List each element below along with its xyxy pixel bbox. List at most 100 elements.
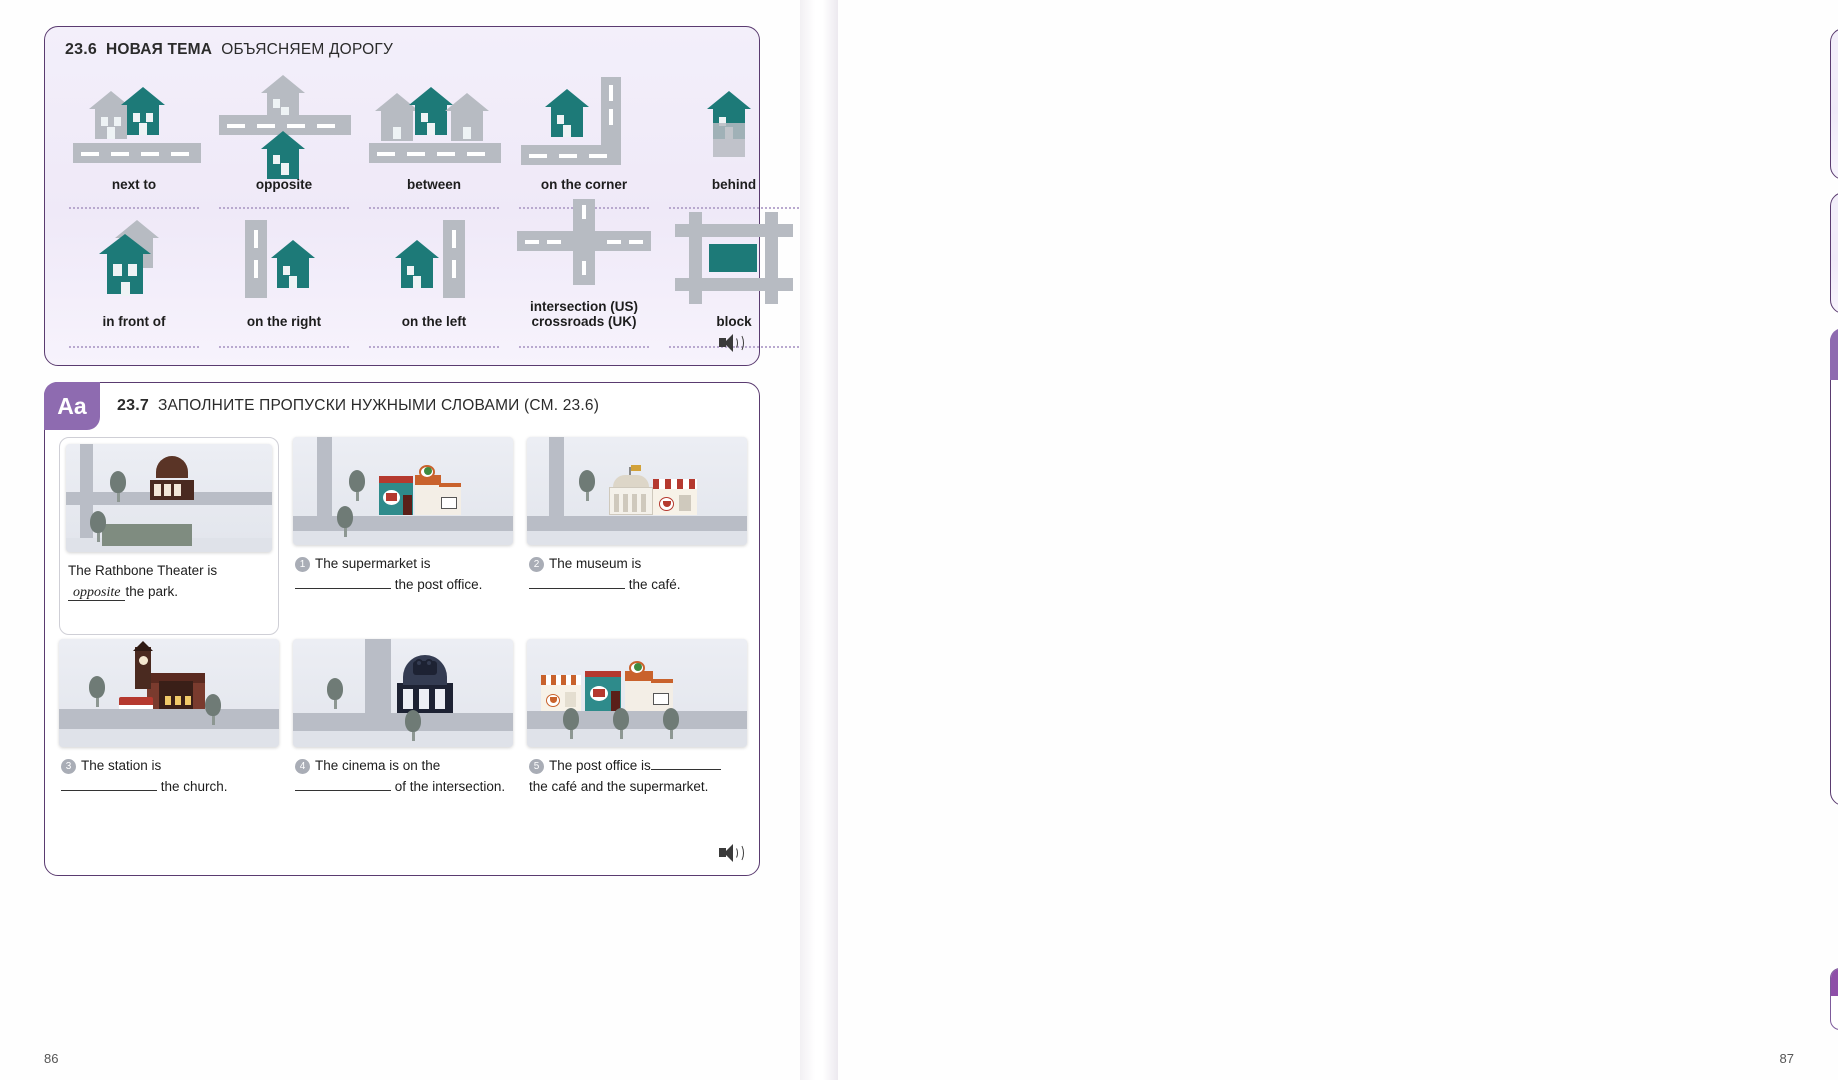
section-23-7-tag: Aa (44, 382, 100, 430)
exercise-item-2: 2 The museum is the café. (527, 437, 747, 635)
exercise-text: 5 The post office is the café and the sup… (527, 747, 747, 798)
illustration-between (359, 75, 509, 171)
vocab-label: intersection (US) crossroads (UK) (529, 298, 638, 330)
exercise-text: 3 The station is the church. (59, 747, 279, 798)
exercise-grid-23-7: The Rathbone Theater is opposite the park… (59, 437, 747, 837)
vocab-label: between (406, 177, 461, 192)
vocab-label: on the right (246, 314, 322, 330)
vocab-cell-next-to: next to (59, 75, 209, 209)
answer-blank[interactable] (650, 757, 721, 770)
speaker-icon (719, 334, 744, 352)
exercise-item-1: 1 The supermarket is the post office. (293, 437, 513, 635)
answer-blank[interactable] (61, 777, 157, 791)
section-title: ЗАПОЛНИТЕ ПРОПУСКИ НУЖНЫМИ СЛОВАМИ (СМ. … (157, 397, 600, 414)
gears-icon (1830, 328, 1838, 380)
divider-dots (519, 345, 649, 348)
exercise-prompt-after: the park. (125, 583, 178, 599)
exercise-prompt-after: the café and the supermarket. (529, 778, 709, 794)
vocab-cell-opposite: opposite (209, 75, 359, 209)
audio-button-23-7[interactable] (719, 844, 744, 867)
scene-museum (527, 437, 747, 545)
chapter-summary: 23 ✔ ВЫ ОСВОИЛИ ⚙ Повелительное наклонен… (1830, 968, 1838, 1030)
scene-theater (66, 444, 272, 552)
section-23-7: Aa 23.7 ЗАПОЛНИТЕ ПРОПУСКИ НУЖНЫМИ СЛОВА… (44, 382, 760, 876)
speaker-icon (719, 844, 744, 862)
exercise-text: 2 The museum is the café. (527, 545, 747, 596)
vocab-cell-behind: behind (659, 75, 809, 209)
section-title: ОБЪЯСНЯЕМ ДОРОГУ (221, 41, 394, 58)
exercise-prompt-after: of the intersection. (394, 778, 506, 794)
vocab-cell-on-the-right: on the right (209, 197, 359, 348)
illustration-on-the-left (359, 212, 509, 308)
scene-cinema (293, 639, 513, 747)
divider-dots (369, 345, 499, 348)
vocab-label: behind (711, 177, 757, 192)
vocabulary-grid: next to opposite between on the corner b… (59, 75, 799, 348)
illustration-opposite (209, 75, 359, 179)
exercise-prompt-after: the café. (628, 576, 681, 592)
page-number-right: 87 (1779, 1051, 1794, 1066)
section-number: 23.6 (65, 41, 97, 58)
exercise-prompt-after: the church. (160, 778, 228, 794)
vocab-cell-intersection: intersection (US) crossroads (UK) (509, 197, 659, 348)
illustration-on-the-corner (509, 75, 659, 171)
exercise-item-5: 5 The post office is the café and the sup… (527, 639, 747, 837)
vocab-label: block (716, 314, 752, 330)
exercise-prompt-before: The Rathbone Theater is (68, 563, 218, 578)
exercise-item-3: 3 The station is the church. (59, 639, 279, 837)
item-number: 5 (529, 759, 544, 775)
divider-dots (69, 345, 199, 348)
divider-dots (219, 345, 349, 348)
illustration-next-to (59, 75, 209, 171)
vocab-cell-on-the-left: on the left (359, 197, 509, 348)
summary-bar: 23 ✔ ВЫ ОСВОИЛИ (1831, 969, 1838, 996)
vocab-label: in front of (102, 314, 166, 330)
vocab-cell-on-the-corner: on the corner (509, 75, 659, 209)
illustration-intersection (509, 197, 659, 293)
exercise-item-4: 4 The cinema is on the of the intersectio… (293, 639, 513, 837)
page-number-left: 86 (44, 1051, 59, 1066)
vocab-label: opposite (255, 177, 313, 192)
vocab-cell-in-front-of: in front of (59, 197, 209, 348)
section-23-6-heading: 23.6 НОВАЯ ТЕМА ОБЪЯСНЯЕМ ДОРОГУ (65, 41, 393, 59)
vocab-label: on the corner (540, 177, 628, 192)
exercise-item-example: The Rathbone Theater is opposite the park… (59, 437, 279, 635)
scene-supermarket (293, 437, 513, 545)
audio-button-23-6[interactable] (719, 334, 744, 357)
vocab-label: next to (111, 177, 157, 192)
exercise-prompt-before: The post office is (549, 758, 651, 773)
exercise-answer[interactable]: opposite (68, 584, 126, 601)
section-23-6: 23.6 НОВАЯ ТЕМА ОБЪЯСНЯЕМ ДОРОГУ next to… (44, 26, 799, 366)
section-number: 23.7 (117, 397, 149, 414)
section-23-7-heading: 23.7 ЗАПОЛНИТЕ ПРОПУСКИ НУЖНЫМИ СЛОВАМИ … (117, 397, 599, 415)
vocab-label: on the left (401, 314, 467, 330)
illustration-in-front-of (59, 212, 209, 308)
scene-post-office (527, 639, 747, 747)
answer-blank[interactable] (529, 575, 625, 589)
section-23-10: 23.10 ЗАПИШИТЕ УКАЗАНИЯ В ОТРИЦАТЕЛЬНОЙ … (1830, 328, 1838, 806)
illustration-block (659, 212, 809, 308)
exercise-prompt-before: The museum is (549, 556, 642, 571)
item-number: 4 (295, 759, 310, 775)
exercise-prompt-after: the post office. (394, 576, 483, 592)
vocab-cell-between: between (359, 75, 509, 209)
illustration-on-the-right (209, 212, 359, 308)
answer-blank[interactable] (295, 575, 391, 589)
exercise-prompt-before: The supermarket is (315, 556, 431, 571)
section-kind: НОВАЯ ТЕМА (105, 41, 213, 58)
right-page: 23.8 НОВАЯ ТЕМА ОТРИЦАТЕЛЬНАЯ ФОРМА ИМПЕ… (838, 0, 1838, 1080)
scene-station (59, 639, 279, 747)
section-23-8: 23.8 НОВАЯ ТЕМА ОТРИЦАТЕЛЬНАЯ ФОРМА ИМПЕ… (1830, 28, 1838, 180)
exercise-prompt-before: The cinema is on the (315, 758, 441, 773)
summary-items: ⚙ Повелительное наклонение Aa Как пройти… (1831, 996, 1838, 1028)
item-number: 2 (529, 557, 544, 573)
exercise-prompt-before: The station is (81, 758, 162, 773)
textbook-spread: 23.6 НОВАЯ ТЕМА ОБЪЯСНЯЕМ ДОРОГУ next to… (0, 0, 1838, 1080)
exercise-text: 1 The supermarket is the post office. (293, 545, 513, 596)
left-page: 23.6 НОВАЯ ТЕМА ОБЪЯСНЯЕМ ДОРОГУ next to… (0, 0, 800, 1080)
item-number: 3 (61, 759, 76, 775)
exercise-text: 4 The cinema is on the of the intersectio… (293, 747, 513, 798)
exercise-text: The Rathbone Theater is opposite the park… (66, 552, 272, 604)
answer-blank[interactable] (295, 777, 391, 791)
vocab-cell-block: block (659, 197, 809, 348)
